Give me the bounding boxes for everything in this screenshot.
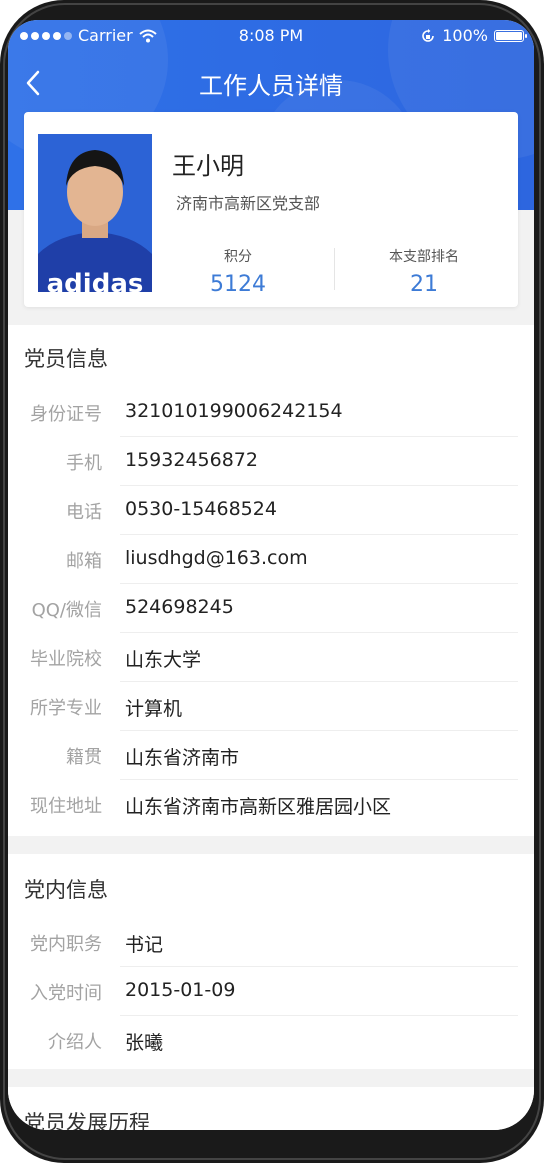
row-label: 籍贯 — [66, 747, 102, 768]
stat-ranking[interactable]: 本支部排名 21 — [344, 246, 504, 297]
member-info-section: 党员信息 身份证号 321010199006242154 手机 15932456… — [8, 325, 534, 836]
row-label: 党内职务 — [30, 934, 102, 955]
row-value[interactable]: 15932456872 — [125, 449, 258, 471]
row-label: 介绍人 — [48, 1032, 102, 1053]
row-value: 计算机 — [125, 698, 183, 720]
row-value[interactable]: liusdhgd@163.com — [125, 547, 308, 569]
battery-icon — [494, 29, 527, 42]
stat-divider — [334, 248, 335, 290]
info-row-id-number: 身份证号 321010199006242154 — [8, 388, 534, 437]
row-value: 山东省济南市 — [125, 747, 240, 769]
info-row-party-position: 党内职务 书记 — [8, 918, 534, 967]
stat-value: 21 — [410, 272, 438, 297]
row-value: 张曦 — [125, 1032, 164, 1054]
info-row-introducer: 介绍人 张曦 — [8, 1016, 534, 1065]
nav-bar: 工作人员详情 — [8, 54, 534, 110]
row-label: 入党时间 — [30, 983, 102, 1004]
info-row-mobile: 手机 15932456872 — [8, 437, 534, 486]
profile-name: 王小明 — [172, 152, 244, 180]
status-right: 100% — [420, 26, 527, 45]
orientation-lock-icon — [422, 28, 435, 42]
info-row-phone: 电话 0530-15468524 — [8, 486, 534, 535]
page-title: 工作人员详情 — [199, 72, 343, 100]
info-row-join-date: 入党时间 2015-01-09 — [8, 967, 534, 1016]
row-value: 山东省济南市高新区雅居园小区 — [125, 796, 392, 818]
screen: Carrier 8:08 PM 100% 工作人员详情 adidas 王小明 济… — [8, 20, 534, 1130]
row-label: QQ/微信 — [31, 600, 102, 621]
info-row-address: 现住地址 山东省济南市高新区雅居园小区 — [8, 780, 534, 829]
stat-label: 本支部排名 — [389, 249, 459, 265]
row-value[interactable]: 0530-15468524 — [125, 498, 277, 520]
info-row-major: 所学专业 计算机 — [8, 682, 534, 731]
section-title: 党员信息 — [24, 347, 108, 371]
history-section[interactable]: 党员发展历程 — [8, 1087, 534, 1130]
row-label: 电话 — [66, 502, 102, 523]
row-value: 321010199006242154 — [125, 400, 343, 422]
profile-org: 济南市高新区党支部 — [176, 194, 321, 213]
row-value: 524698245 — [125, 596, 234, 618]
stat-points[interactable]: 积分 5124 — [158, 246, 318, 297]
stat-label: 积分 — [224, 249, 252, 265]
avatar: adidas — [38, 134, 152, 292]
row-label: 邮箱 — [66, 551, 102, 572]
stat-value: 5124 — [210, 272, 266, 297]
row-label: 手机 — [66, 453, 102, 474]
status-bar: Carrier 8:08 PM 100% — [8, 20, 534, 54]
info-row-qq-wechat: QQ/微信 524698245 — [8, 584, 534, 633]
info-row-email: 邮箱 liusdhgd@163.com — [8, 535, 534, 584]
row-value: 2015-01-09 — [125, 979, 236, 1001]
row-label: 毕业院校 — [30, 649, 102, 670]
row-label: 现住地址 — [30, 796, 102, 817]
row-label: 所学专业 — [30, 698, 102, 719]
avatar-shirt-logo: adidas — [47, 269, 144, 292]
section-title: 党员发展历程 — [24, 1111, 150, 1130]
phone-frame: Carrier 8:08 PM 100% 工作人员详情 adidas 王小明 济… — [0, 0, 544, 1163]
row-label: 身份证号 — [30, 404, 102, 425]
info-row-school: 毕业院校 山东大学 — [8, 633, 534, 682]
info-row-hometown: 籍贯 山东省济南市 — [8, 731, 534, 780]
row-value: 书记 — [125, 934, 164, 956]
party-info-section: 党内信息 党内职务 书记 入党时间 2015-01-09 介绍人 张曦 — [8, 854, 534, 1069]
battery-label: 100% — [442, 26, 488, 45]
section-title: 党内信息 — [24, 878, 108, 902]
profile-card: adidas 王小明 济南市高新区党支部 积分 5124 本支部排名 21 — [24, 112, 518, 307]
row-value: 山东大学 — [125, 649, 202, 671]
